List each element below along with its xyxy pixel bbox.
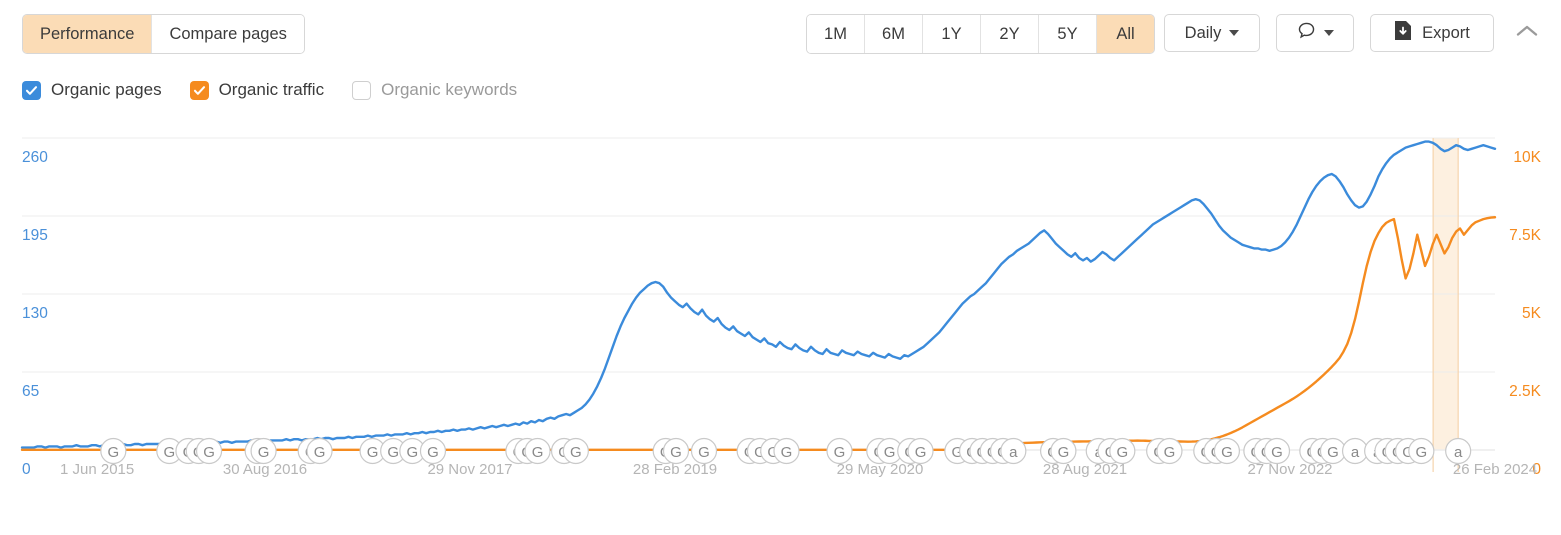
checkbox-checked-icon[interactable]	[22, 80, 41, 100]
chevron-down-icon	[1323, 30, 1334, 36]
x-axis-tick: 1 Jun 2015	[60, 461, 134, 478]
legend-item-organic-keywords[interactable]: Organic keywords	[352, 80, 517, 100]
performance-chart[interactable]: 0 65 130 195 260 0 2.5K 5K 7.5K 10K 1 Jun 2015 30 A…	[0, 124, 1561, 535]
event-marker-label: G	[698, 444, 710, 461]
event-marker[interactable]: a	[1445, 437, 1472, 465]
export-label: Export	[1422, 23, 1470, 42]
range-button-5y[interactable]: 5Y	[1039, 15, 1097, 53]
event-marker-label: G	[1327, 444, 1339, 461]
tab-performance[interactable]: Performance	[23, 15, 153, 53]
event-marker[interactable]: G	[419, 437, 447, 465]
event-marker-label: G	[407, 444, 419, 461]
y-axis-left-tick: 0	[22, 461, 31, 478]
speech-bubble-icon	[1297, 21, 1316, 45]
range-button-6m[interactable]: 6M	[865, 15, 923, 53]
event-marker-label: G	[884, 444, 896, 461]
series-line-organic-pages	[20, 140, 1497, 449]
event-marker-label: G	[163, 444, 175, 461]
chart-canvas[interactable]: 06513019526002.5K5K7.5K10K1 Jun 2015 30 A…	[0, 124, 1561, 535]
event-marker-label: G	[367, 444, 379, 461]
y-axis-right-tick: 2.5K	[1509, 383, 1542, 400]
series-line-organic-traffic	[20, 216, 1497, 452]
event-marker[interactable]: G	[195, 437, 223, 465]
tab-compare-pages[interactable]: Compare pages	[152, 15, 304, 53]
series-legend: Organic pages Organic traffic Organic keyw…	[22, 80, 517, 100]
x-axis-tick: 26 Feb 2024	[1453, 461, 1537, 478]
event-marker[interactable]: G	[1109, 437, 1136, 465]
event-marker-label: G	[834, 444, 846, 461]
event-marker[interactable]: G	[773, 437, 800, 465]
event-marker[interactable]: G	[1156, 437, 1183, 465]
legend-label: Organic pages	[51, 80, 162, 99]
range-button-1m[interactable]: 1M	[807, 15, 865, 53]
chevron-up-icon	[1516, 24, 1538, 43]
event-marker[interactable]: G	[907, 437, 934, 465]
event-marker[interactable]: G	[562, 437, 589, 465]
y-axis-right-tick: 10K	[1513, 149, 1541, 166]
event-marker-label: a	[1454, 444, 1463, 461]
collapse-panel-button[interactable]	[1512, 18, 1542, 48]
event-marker-label: G	[1271, 444, 1283, 461]
export-button[interactable]: Export	[1370, 14, 1494, 52]
range-button-all[interactable]: All	[1097, 15, 1154, 53]
event-marker-label: G	[670, 444, 682, 461]
event-marker-label: G	[1116, 444, 1128, 461]
event-marker[interactable]: G	[524, 437, 551, 465]
event-marker[interactable]: a	[1341, 437, 1369, 465]
annotations-dropdown[interactable]	[1276, 14, 1354, 52]
event-marker[interactable]: a	[1000, 437, 1027, 465]
y-axis-left-tick: 65	[22, 383, 39, 400]
view-tabs: Performance Compare pages	[22, 14, 305, 54]
event-marker-label: G	[1416, 444, 1428, 461]
event-marker-label: G	[1221, 444, 1233, 461]
download-file-icon	[1394, 20, 1413, 46]
event-marker[interactable]: G	[662, 437, 690, 465]
event-marker-label: G	[1058, 444, 1070, 461]
granularity-label: Daily	[1184, 23, 1222, 42]
event-marker-label: G	[258, 444, 270, 461]
organic-performance-widget: Performance Compare pages 1M 6M 1Y 2Y 5Y All D…	[0, 0, 1561, 535]
event-marker[interactable]: G	[1408, 437, 1435, 465]
event-marker-label: G	[107, 444, 119, 461]
event-marker-label: G	[203, 444, 215, 461]
event-marker[interactable]: G	[826, 437, 853, 465]
checkbox-checked-icon[interactable]	[189, 80, 209, 100]
y-axis-right-tick: 7.5K	[1509, 227, 1542, 244]
y-axis-left-tick: 130	[22, 305, 48, 322]
checkbox-unchecked-icon[interactable]	[352, 80, 372, 100]
event-marker[interactable]: G	[1319, 437, 1347, 465]
legend-label: Organic keywords	[381, 80, 518, 99]
event-marker[interactable]: G	[100, 437, 127, 465]
range-button-1y[interactable]: 1Y	[923, 15, 981, 53]
event-marker[interactable]: G	[690, 437, 718, 465]
event-marker-label: G	[915, 444, 927, 461]
event-marker[interactable]: G	[306, 437, 333, 465]
legend-item-organic-traffic[interactable]: Organic traffic	[189, 80, 325, 100]
y-axis-right-tick: 5K	[1522, 305, 1542, 322]
event-marker-label: G	[570, 444, 582, 461]
chevron-down-icon	[1229, 30, 1240, 36]
range-button-2y[interactable]: 2Y	[981, 15, 1039, 53]
event-marker-label: G	[532, 444, 544, 461]
legend-label: Organic traffic	[218, 80, 325, 99]
y-axis-left-tick: 260	[22, 149, 48, 166]
event-marker-label: G	[427, 444, 439, 461]
event-marker-label: G	[1164, 444, 1176, 461]
event-marker-label: a	[1009, 444, 1018, 461]
event-marker-label: a	[1351, 444, 1360, 461]
event-marker-label: G	[781, 444, 793, 461]
event-marker[interactable]: G	[1263, 437, 1291, 465]
y-axis-left-tick: 195	[22, 227, 48, 244]
event-marker[interactable]: G	[1213, 437, 1241, 465]
x-axis-tick: 29 Nov 2017	[427, 461, 512, 478]
chart-toolbar: Performance Compare pages 1M 6M 1Y 2Y 5Y All D…	[0, 0, 1561, 66]
event-marker[interactable]: G	[250, 437, 277, 465]
event-marker-label: G	[387, 444, 399, 461]
legend-item-organic-pages[interactable]: Organic pages	[22, 80, 162, 100]
date-range-selector: 1M 6M 1Y 2Y 5Y All	[806, 14, 1155, 54]
granularity-dropdown[interactable]: Daily	[1164, 14, 1260, 52]
event-marker-label: G	[314, 444, 326, 461]
event-marker[interactable]: G	[1050, 437, 1077, 465]
